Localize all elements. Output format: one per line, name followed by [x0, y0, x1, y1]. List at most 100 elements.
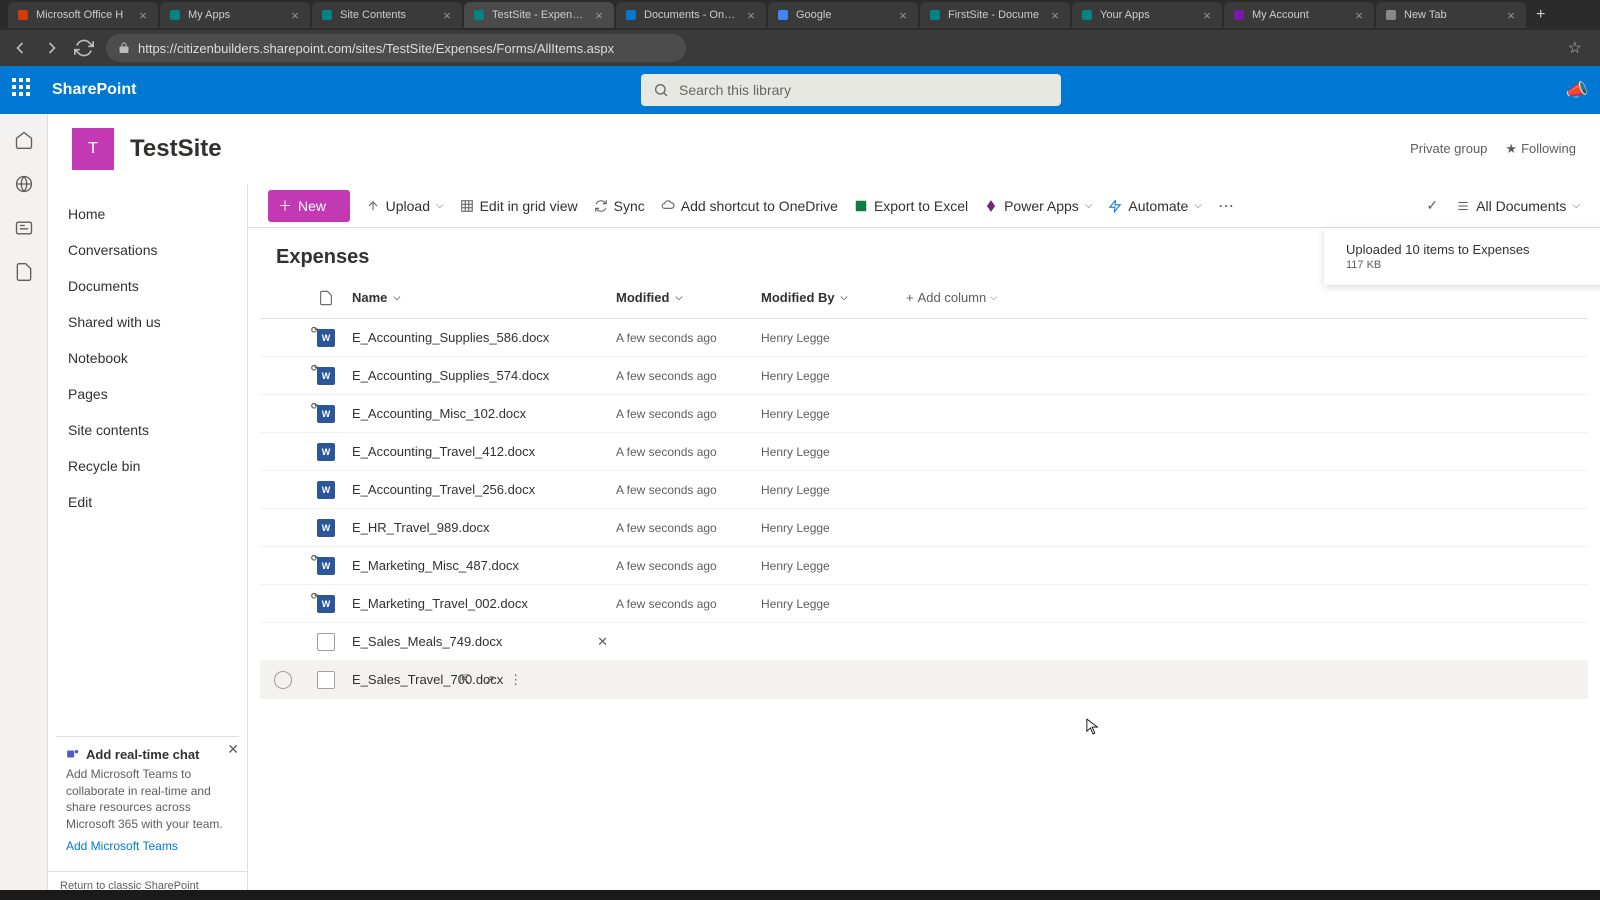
chevron-down-icon: ⌵ — [332, 200, 340, 211]
file-name[interactable]: E_Accounting_Travel_256.docx — [352, 482, 535, 497]
close-icon[interactable]: × — [136, 8, 150, 22]
browser-tab[interactable]: My Account× — [1224, 2, 1374, 28]
column-modified-by[interactable]: Modified By ⌵ — [761, 290, 906, 305]
modified-cell: A few seconds ago — [616, 331, 717, 345]
browser-tab[interactable]: My Apps× — [160, 2, 310, 28]
add-shortcut-button[interactable]: Add shortcut to OneDrive — [661, 198, 838, 214]
modified-cell: A few seconds ago — [616, 483, 717, 497]
nav-item[interactable]: Site contents — [48, 412, 247, 448]
add-column-button[interactable]: + Add column ⌵ — [906, 290, 997, 305]
following-button[interactable]: ★ Following — [1505, 141, 1576, 157]
nav-item[interactable]: Pages — [48, 376, 247, 412]
close-icon[interactable]: × — [1352, 8, 1366, 22]
megaphone-icon[interactable]: 📣 — [1566, 80, 1588, 101]
table-row[interactable]: E_Sales_Meals_749.docx ✕ — [260, 623, 1588, 661]
browser-tab[interactable]: FirstSite - Docume× — [920, 2, 1070, 28]
table-row[interactable]: W E_Accounting_Travel_412.docx A few sec… — [260, 433, 1588, 471]
table-row[interactable]: W E_Accounting_Travel_256.docx A few sec… — [260, 471, 1588, 509]
nav-item[interactable]: Notebook — [48, 340, 247, 376]
close-icon[interactable]: × — [592, 8, 606, 22]
chevron-down-icon: ⌵ — [1085, 200, 1093, 211]
url-text: https://citizenbuilders.sharepoint.com/s… — [138, 41, 614, 56]
column-name[interactable]: Name ⌵ — [346, 290, 616, 305]
file-name[interactable]: E_Marketing_Travel_002.docx — [352, 596, 528, 611]
close-icon[interactable]: × — [1200, 8, 1214, 22]
table-row[interactable]: W⟳ E_Marketing_Misc_487.docx A few secon… — [260, 547, 1588, 585]
nav-item[interactable]: Documents — [48, 268, 247, 304]
close-icon[interactable]: ✕ — [227, 741, 239, 758]
globe-icon[interactable] — [14, 174, 34, 194]
toast-subtitle: 117 KB — [1346, 259, 1586, 271]
new-tab-button[interactable]: + — [1528, 6, 1553, 24]
table-row[interactable]: W E_HR_Travel_989.docx A few seconds ago… — [260, 509, 1588, 547]
browser-tab[interactable]: Microsoft Office H× — [8, 2, 158, 28]
file-name[interactable]: E_Accounting_Supplies_586.docx — [352, 330, 549, 345]
file-name[interactable]: E_Accounting_Supplies_574.docx — [352, 368, 549, 383]
table-row[interactable]: E_Sales_Travel_700.docx⇱↗⋮ — [260, 661, 1588, 699]
share-arrow-icon[interactable]: ↗ — [484, 672, 495, 688]
close-icon[interactable]: × — [1504, 8, 1518, 22]
home-icon[interactable] — [14, 130, 34, 150]
list-icon — [1456, 199, 1470, 213]
more-button[interactable]: ⋯ — [1218, 196, 1236, 216]
automate-button[interactable]: Automate ⌵ — [1108, 198, 1202, 214]
new-button[interactable]: ＋ New ⌵ — [268, 190, 350, 222]
browser-tab[interactable]: Google× — [768, 2, 918, 28]
file-name[interactable]: E_Accounting_Travel_412.docx — [352, 444, 535, 459]
files-icon[interactable] — [14, 262, 34, 282]
upload-button[interactable]: Upload ⌵ — [366, 198, 444, 214]
tab-title: Site Contents — [340, 9, 434, 21]
app-launcher-icon[interactable] — [12, 78, 36, 102]
table-row[interactable]: W⟳ E_Accounting_Misc_102.docx A few seco… — [260, 395, 1588, 433]
nav-item[interactable]: Edit — [48, 484, 247, 520]
close-icon[interactable]: × — [288, 8, 302, 22]
export-excel-button[interactable]: Export to Excel — [854, 198, 968, 214]
table-row[interactable]: W⟳ E_Accounting_Supplies_586.docx A few … — [260, 319, 1588, 357]
news-icon[interactable] — [14, 218, 34, 238]
back-button[interactable] — [10, 38, 30, 58]
table-row[interactable]: W⟳ E_Marketing_Travel_002.docx A few sec… — [260, 585, 1588, 623]
nav-item[interactable]: Recycle bin — [48, 448, 247, 484]
nav-item[interactable]: Home — [48, 196, 247, 232]
file-name[interactable]: E_Marketing_Misc_487.docx — [352, 558, 519, 573]
table-row[interactable]: W⟳ E_Accounting_Supplies_574.docx A few … — [260, 357, 1588, 395]
browser-tab[interactable]: New Tab× — [1376, 2, 1526, 28]
address-bar[interactable]: https://citizenbuilders.sharepoint.com/s… — [106, 34, 686, 62]
main-content: ＋ New ⌵ Upload ⌵ Edit in grid view — [248, 184, 1600, 900]
reload-button[interactable] — [74, 38, 94, 58]
share-icon[interactable]: ⇱ — [459, 672, 470, 688]
select-circle[interactable] — [274, 671, 292, 689]
processing-icon: ✕ — [597, 634, 608, 650]
file-name[interactable]: E_Accounting_Misc_102.docx — [352, 406, 526, 421]
details-toggle-icon[interactable]: ✓ — [1426, 197, 1438, 214]
powerapps-button[interactable]: Power Apps ⌵ — [984, 198, 1092, 214]
view-selector[interactable]: All Documents ⌵ — [1456, 198, 1580, 214]
site-name[interactable]: TestSite — [130, 135, 222, 163]
browser-tab[interactable]: TestSite - Expenses× — [464, 2, 614, 28]
close-icon[interactable]: × — [896, 8, 910, 22]
plus-icon: + — [906, 290, 914, 305]
close-icon[interactable]: × — [744, 8, 758, 22]
close-icon[interactable]: × — [440, 8, 454, 22]
more-icon[interactable]: ⋮ — [509, 672, 522, 688]
nav-item[interactable]: Shared with us — [48, 304, 247, 340]
browser-tab[interactable]: Your Apps× — [1072, 2, 1222, 28]
browser-tab[interactable]: Documents - OneD× — [616, 2, 766, 28]
bookmark-star-icon[interactable]: ☆ — [1568, 38, 1590, 58]
browser-tab[interactable]: Site Contents × — [312, 2, 462, 28]
word-icon: W⟳ — [317, 329, 335, 347]
file-name[interactable]: E_HR_Travel_989.docx — [352, 520, 490, 535]
file-name[interactable]: E_Sales_Meals_749.docx — [352, 634, 502, 649]
chevron-down-icon: ⌵ — [436, 200, 444, 211]
add-teams-link[interactable]: Add Microsoft Teams — [66, 839, 229, 853]
suite-app-name[interactable]: SharePoint — [52, 81, 136, 99]
promo-body: Add Microsoft Teams to collaborate in re… — [66, 766, 229, 833]
close-icon[interactable]: × — [1048, 8, 1062, 22]
forward-button[interactable] — [42, 38, 62, 58]
edit-grid-button[interactable]: Edit in grid view — [460, 198, 578, 214]
sync-button[interactable]: Sync — [594, 198, 645, 214]
search-input[interactable]: Search this library — [641, 74, 1061, 106]
nav-item[interactable]: Conversations — [48, 232, 247, 268]
site-logo[interactable]: T — [72, 128, 114, 170]
column-modified[interactable]: Modified ⌵ — [616, 290, 761, 305]
